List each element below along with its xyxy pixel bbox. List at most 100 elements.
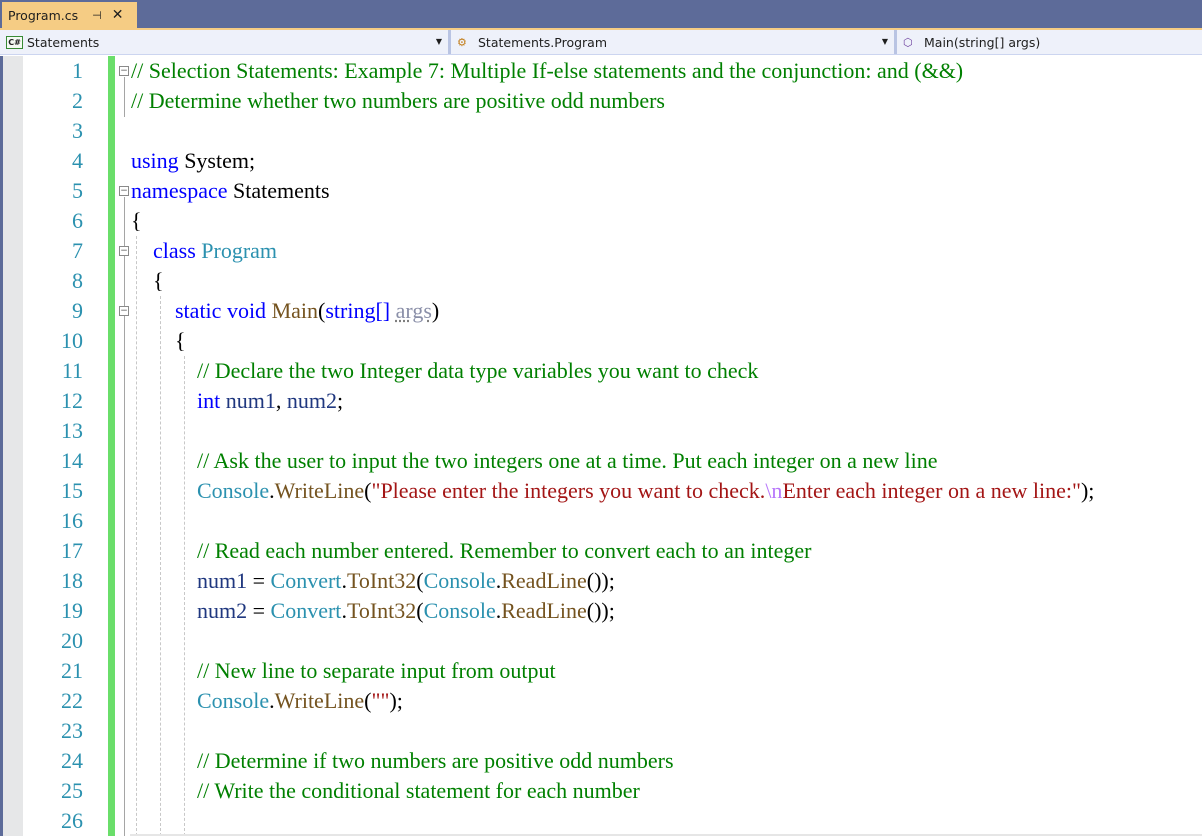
line-numbers: 1 2 3 4 5 6 7 8 9 10 11 12 13 14 15 16 17 18 19 20 21 22 23 24 2… [23, 56, 85, 836]
code-line-9: static void Main(string[] args) [175, 298, 440, 323]
tab-title: Program.cs [8, 7, 79, 23]
line-number: 1 [72, 58, 83, 83]
keyword: int [197, 388, 221, 413]
chevron-down-icon[interactable]: ▼ [882, 37, 888, 46]
comment: // Determine if two numbers are positive… [197, 748, 674, 773]
code-line-22: Console.WriteLine(""); [197, 688, 403, 713]
line-number: 21 [61, 658, 83, 683]
method-name: ReadLine [501, 598, 587, 623]
comment: // Determine whether two numbers are pos… [131, 88, 665, 113]
comment: // Ask the user to input the two integer… [197, 448, 938, 473]
line-number: 23 [61, 718, 83, 743]
line-number: 4 [72, 148, 83, 173]
method-name: ToInt32 [346, 598, 417, 623]
brace: { [131, 208, 142, 233]
type-name: Console [197, 688, 270, 713]
type-name: Console [423, 598, 496, 623]
variable: num2 [197, 598, 248, 623]
indicator-margin [0, 56, 23, 836]
code-line-24: // Determine if two numbers are positive… [131, 746, 1202, 776]
code-line-15: Console.WriteLine("Please enter the inte… [197, 478, 1095, 503]
comment: // New line to separate input from outpu… [197, 658, 556, 683]
code-line-2: // Determine whether two numbers are pos… [131, 86, 1202, 116]
class-icon: ⚙ [457, 35, 467, 49]
method-name: WriteLine [274, 688, 365, 713]
variable: num2 [286, 388, 337, 413]
line-number: 5 [72, 178, 83, 203]
collapse-icon[interactable]: − [119, 66, 129, 76]
comment: // Write the conditional statement for e… [197, 778, 640, 803]
keyword: void [226, 298, 267, 323]
tab-program-cs[interactable]: Program.cs ⊣ ✕ [2, 2, 137, 28]
change-tracking-bar [108, 56, 115, 836]
chevron-down-icon[interactable]: ▼ [436, 37, 442, 46]
code-line-25: // Write the conditional statement for e… [131, 776, 1202, 806]
line-number: 8 [72, 268, 83, 293]
line-number: 24 [61, 748, 83, 773]
outline-line [124, 77, 125, 117]
identifier: System; [178, 148, 256, 173]
line-number: 16 [61, 508, 83, 533]
line-number: 10 [61, 328, 83, 353]
comment: // Declare the two Integer data type var… [197, 358, 759, 383]
string-literal: "" [371, 688, 390, 713]
comment: // Selection Statements: Example 7: Mult… [131, 58, 964, 83]
code-line-10: { [131, 326, 1202, 356]
method-name: ReadLine [501, 568, 587, 593]
brace: { [153, 268, 164, 293]
project-name: Statements [27, 34, 100, 50]
code-line-12: int num1, num2; [197, 388, 344, 413]
line-number: 11 [61, 358, 83, 383]
collapse-icon[interactable]: − [119, 246, 129, 256]
type-name: Console [197, 478, 270, 503]
escape-sequence: \n [765, 478, 783, 503]
type-dropdown[interactable]: ⚙ Statements.Program ▼ [448, 30, 894, 54]
code-editor[interactable]: 1 2 3 4 5 6 7 8 9 10 11 12 13 14 15 16 17 18 19 20 21 22 23 24 2… [0, 56, 1202, 836]
code-line-1: // Selection Statements: Example 7: Mult… [131, 56, 1202, 86]
parameter: args [395, 298, 432, 323]
comment: // Read each number entered. Remember to… [197, 538, 812, 563]
method-name: WriteLine [274, 478, 365, 503]
private-method-icon: ⬡ [903, 35, 913, 49]
line-number: 9 [72, 298, 83, 323]
member-dropdown[interactable]: ⬡ Main(string[] args) [894, 30, 1202, 54]
line-number: 22 [61, 688, 83, 713]
line-number: 25 [61, 778, 83, 803]
code-line-6: { [131, 206, 1202, 236]
collapse-icon[interactable]: − [119, 306, 129, 316]
code-text[interactable]: // Selection Statements: Example 7: Mult… [131, 56, 1202, 836]
keyword: namespace [131, 178, 228, 203]
keyword: static [175, 298, 222, 323]
method-name: ToInt32 [346, 568, 417, 593]
code-line-21: // New line to separate input from outpu… [131, 656, 1202, 686]
csharp-project-icon: C# [6, 35, 23, 49]
member-name: Main(string[] args) [924, 34, 1041, 50]
code-line-17: // Read each number entered. Remember to… [131, 536, 1202, 566]
line-number: 15 [61, 478, 83, 503]
identifier: Statements [227, 178, 330, 203]
project-dropdown[interactable]: C# Statements ▼ [0, 30, 448, 54]
collapse-icon[interactable]: − [119, 186, 129, 196]
type-name: Statements.Program [478, 34, 608, 50]
line-number: 19 [61, 598, 83, 623]
line-number: 13 [61, 418, 83, 443]
close-icon[interactable]: ✕ [112, 7, 124, 23]
keyword: string [325, 298, 376, 323]
line-number: 7 [72, 238, 83, 263]
type-name: Console [423, 568, 496, 593]
type-name: Convert [270, 598, 342, 623]
code-line-18: num1 = Convert.ToInt32(Console.ReadLine(… [197, 568, 615, 593]
pin-icon[interactable]: ⊣ [92, 9, 102, 22]
line-number: 18 [61, 568, 83, 593]
brace: { [175, 328, 186, 353]
line-number: 12 [61, 388, 83, 413]
keyword: using [131, 148, 179, 173]
line-number: 26 [61, 808, 83, 833]
code-line-19: num2 = Convert.ToInt32(Console.ReadLine(… [197, 598, 615, 623]
document-tab-strip: Program.cs ⊣ ✕ [0, 0, 1202, 28]
string-literal: "Please enter the integers you want to c… [371, 478, 766, 503]
